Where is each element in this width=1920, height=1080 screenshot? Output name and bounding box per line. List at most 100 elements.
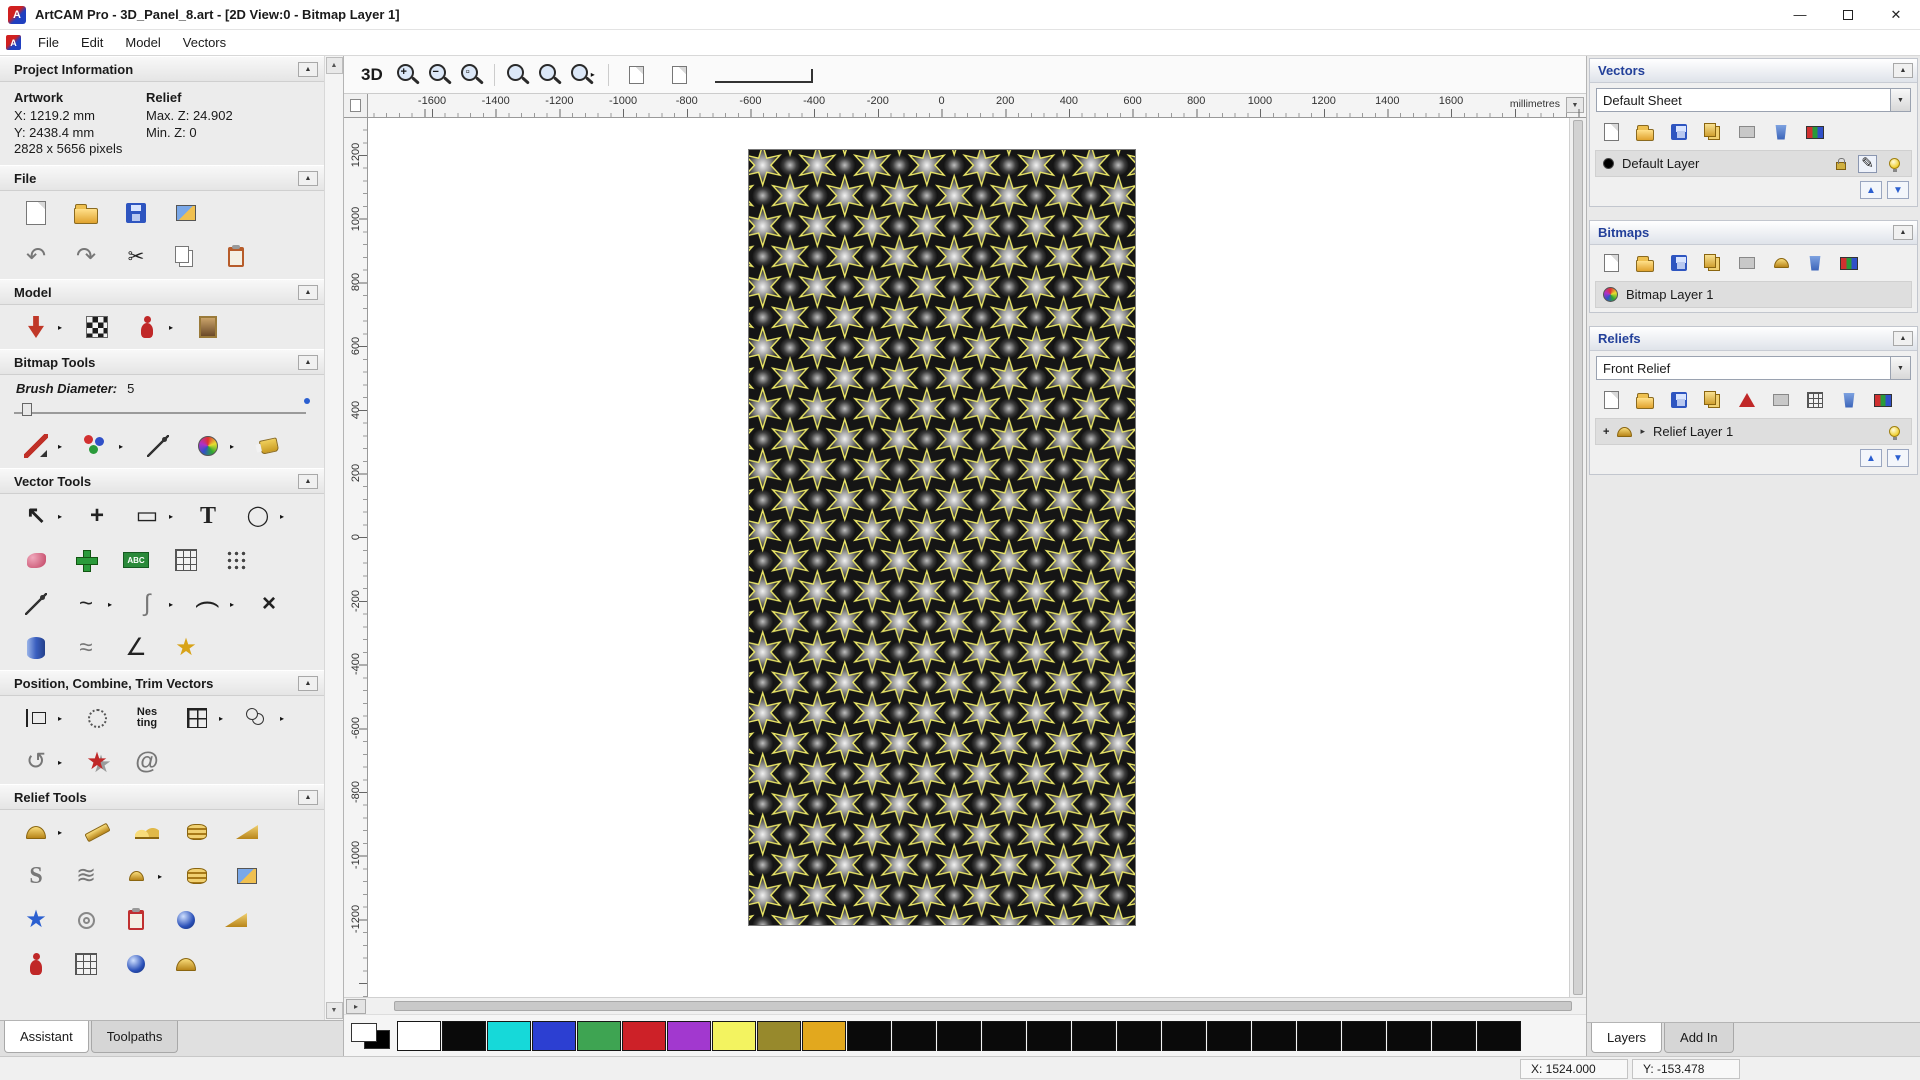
- weave-relief-button[interactable]: ≋: [68, 859, 104, 893]
- zoom-window-icon[interactable]: ▫: [459, 62, 484, 87]
- create-arc-button[interactable]: (: [190, 587, 226, 621]
- assistant-scrollbar[interactable]: ▲ ▼: [324, 56, 343, 1020]
- menu-model[interactable]: Model: [114, 31, 171, 54]
- scroll-down-icon[interactable]: ▼: [326, 1002, 343, 1019]
- menu-vectors[interactable]: Vectors: [172, 31, 237, 54]
- new-file-button[interactable]: [18, 196, 54, 230]
- palette-swatch[interactable]: [802, 1021, 846, 1051]
- toggle-3d-view-button[interactable]: 3D: [356, 64, 388, 86]
- paste-text-button[interactable]: ABC: [118, 543, 154, 577]
- relief-extra-button-4[interactable]: [168, 947, 204, 981]
- palette-swatch[interactable]: [757, 1021, 801, 1051]
- angle-plane-button[interactable]: [218, 903, 254, 937]
- sheet-selector[interactable]: Default Sheet: [1596, 88, 1911, 112]
- redo-button[interactable]: ↷: [68, 240, 104, 274]
- collapse-section-button[interactable]: [298, 285, 318, 300]
- ripple-vector-button[interactable]: ≈: [68, 631, 104, 665]
- smoothing-button[interactable]: S: [18, 859, 54, 893]
- relief-layer-row[interactable]: + ▸ Relief Layer 1: [1595, 418, 1912, 445]
- trim-vectors-button[interactable]: ×: [251, 587, 287, 621]
- line-width-preview[interactable]: [715, 67, 811, 83]
- extrude-button[interactable]: [18, 631, 54, 665]
- palette-swatch[interactable]: [622, 1021, 666, 1051]
- layer-visibility-button[interactable]: [1885, 155, 1904, 173]
- palette-swatch[interactable]: [532, 1021, 576, 1051]
- paste-relief-button[interactable]: [118, 903, 154, 937]
- tab-assistant[interactable]: Assistant: [4, 1021, 89, 1053]
- palette-swatch[interactable]: [1162, 1021, 1206, 1051]
- tab-layers[interactable]: Layers: [1591, 1023, 1662, 1053]
- scroll-up-icon[interactable]: ▲: [326, 57, 343, 74]
- copy-sheet-button[interactable]: [1702, 121, 1724, 143]
- palette-swatch[interactable]: [1342, 1021, 1386, 1051]
- palette-swatch[interactable]: [712, 1021, 756, 1051]
- stamp-bitmap-button[interactable]: [1770, 252, 1792, 274]
- spin-relief-button[interactable]: [229, 815, 265, 849]
- scale-relief-button[interactable]: [1804, 389, 1826, 411]
- open-bitmap-layer-button[interactable]: [1634, 252, 1656, 274]
- clear-bitmap-button[interactable]: [1736, 252, 1758, 274]
- new-bitmap-layer-button[interactable]: [1600, 252, 1622, 274]
- dropdown-arrow-icon[interactable]: [230, 600, 237, 609]
- brush-diameter-slider[interactable]: [0, 396, 324, 424]
- collapse-section-button[interactable]: [298, 171, 318, 186]
- merge-relief-layers-button[interactable]: [1872, 389, 1894, 411]
- nesting-button[interactable]: Nesting: [129, 701, 165, 735]
- envelope-relief-button[interactable]: [229, 859, 265, 893]
- horizontal-scrollbar[interactable]: [370, 998, 1582, 1014]
- sculpt-button[interactable]: [129, 310, 165, 344]
- edit-layer-button[interactable]: ✎: [1858, 155, 1877, 173]
- weld-vectors-button[interactable]: ★: [79, 745, 115, 779]
- collapse-section-button[interactable]: [298, 790, 318, 805]
- select-vectors-button[interactable]: ↖: [18, 499, 54, 533]
- export-model-button[interactable]: [168, 196, 204, 230]
- add-relief-icon[interactable]: +: [1603, 426, 1609, 438]
- create-rectangle-button[interactable]: ▭: [129, 499, 165, 533]
- palette-swatch[interactable]: [1207, 1021, 1251, 1051]
- palette-swatch[interactable]: [1387, 1021, 1431, 1051]
- layer-visibility-button[interactable]: [1885, 423, 1904, 441]
- bitmap-layer-name[interactable]: Bitmap Layer 1: [1626, 287, 1904, 302]
- import-relief-button[interactable]: [1702, 389, 1724, 411]
- dropdown-arrow-icon[interactable]: [58, 828, 65, 837]
- vector-layer-row[interactable]: Default Layer ✎: [1595, 150, 1912, 177]
- vertical-scrollbar[interactable]: [1569, 118, 1586, 997]
- free-draw-button[interactable]: ~: [68, 587, 104, 621]
- shape-editor-button[interactable]: [18, 815, 54, 849]
- zoom-out-icon[interactable]: −: [427, 62, 452, 87]
- relief-extra-button-1[interactable]: [18, 947, 54, 981]
- expand-arrow-icon[interactable]: ▸: [1640, 426, 1645, 437]
- paste-button[interactable]: [218, 240, 254, 274]
- greyscale-button[interactable]: [79, 310, 115, 344]
- menu-edit[interactable]: Edit: [70, 31, 114, 54]
- palette-swatch[interactable]: [1027, 1021, 1071, 1051]
- collapse-section-button[interactable]: [298, 355, 318, 370]
- dropdown-arrow-icon[interactable]: [58, 442, 65, 451]
- dome-relief-button[interactable]: [168, 903, 204, 937]
- star-relief-button[interactable]: ★: [18, 903, 54, 937]
- chevron-down-icon[interactable]: [1890, 89, 1910, 111]
- zoom-objects-icon[interactable]: [505, 62, 530, 87]
- palette-swatch[interactable]: [487, 1021, 531, 1051]
- measure-button[interactable]: ∠: [118, 631, 154, 665]
- dropdown-arrow-icon[interactable]: [169, 600, 176, 609]
- collapse-section-button[interactable]: [1893, 63, 1913, 78]
- create-polyline-button[interactable]: [18, 587, 54, 621]
- palette-swatch[interactable]: [1252, 1021, 1296, 1051]
- collapse-section-button[interactable]: [298, 474, 318, 489]
- create-polygon-button[interactable]: [68, 543, 104, 577]
- paint-button[interactable]: [18, 429, 54, 463]
- model-image-button[interactable]: [190, 310, 226, 344]
- import-bitmap-button[interactable]: [1702, 252, 1724, 274]
- collapse-section-button[interactable]: [298, 62, 318, 77]
- close-button[interactable]: ✕: [1872, 0, 1920, 29]
- circular-copy-button[interactable]: [79, 701, 115, 735]
- palette-button[interactable]: [190, 429, 226, 463]
- zoom-in-icon[interactable]: +: [395, 62, 420, 87]
- delete-vector-layer-button[interactable]: [1770, 121, 1792, 143]
- dropdown-arrow-icon[interactable]: [58, 512, 65, 521]
- palette-swatch[interactable]: [1477, 1021, 1521, 1051]
- ripple-relief-button[interactable]: [68, 903, 104, 937]
- dropdown-arrow-icon[interactable]: [280, 512, 287, 521]
- pick-colour-button[interactable]: [140, 429, 176, 463]
